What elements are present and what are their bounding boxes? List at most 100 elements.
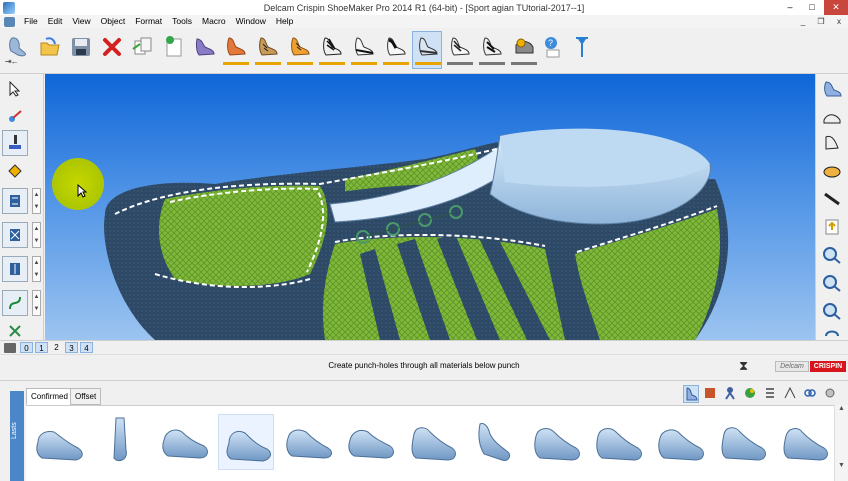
curve-spinner[interactable]: ▲ ▼ [32,290,41,316]
layer-tab-3[interactable]: 3 [65,342,78,353]
layer-tab-0[interactable]: 0 [20,342,33,353]
doc-restore-button[interactable]: ❐ [812,15,830,28]
menu-view[interactable]: View [67,15,95,28]
shoe-black-button[interactable] [476,31,506,69]
shoe-purple-button[interactable] [189,31,219,69]
paint-button[interactable] [743,385,759,403]
maximize-button[interactable]: □ [801,0,823,15]
mirror-spinner[interactable]: ▲ ▼ [32,222,41,248]
last-thumbnail[interactable] [776,414,832,470]
view-back-button[interactable] [820,132,844,154]
underline-indicator [287,62,313,65]
zoom-window-button[interactable] [820,300,844,322]
zoom-out-button[interactable] [820,272,844,294]
select-pointer-button[interactable] [2,76,28,102]
punch-tool-button[interactable] [2,130,28,156]
shoe-orange-lace-icon [291,37,310,56]
menu-help[interactable]: Help [271,15,298,28]
pointer-tool-button[interactable] [566,31,596,69]
tab-offset[interactable]: Offset [70,388,102,405]
shoe-white-button[interactable] [412,31,442,69]
shoe-lace-black-button[interactable] [316,31,346,69]
save-button[interactable] [65,31,95,69]
view-side-button[interactable] [820,106,844,128]
last-thumbnail[interactable] [94,414,150,470]
minimize-button[interactable]: – [779,0,801,15]
lasts-side-tab[interactable]: Lasts [10,391,24,481]
last-thumbnail[interactable] [218,414,274,470]
last-thumbnail[interactable] [280,414,336,470]
delete-button[interactable] [96,31,126,69]
shoe-white-black-button[interactable] [348,31,378,69]
layer-icon [4,342,16,353]
distribute-spinner[interactable]: ▲ ▼ [32,256,41,282]
list-button[interactable] [763,385,779,403]
open-button[interactable] [34,31,64,69]
align-icon [10,195,20,207]
rotate-button[interactable] [820,324,844,338]
shoe-tan-button[interactable] [252,31,282,69]
zoom-in-icon [823,247,841,264]
layer-tab-2[interactable]: 2 [50,342,63,353]
last-thumbnail[interactable] [156,414,212,470]
last-thumbnail[interactable] [652,414,708,470]
tab-confirmed[interactable]: Confirmed [26,388,73,405]
last-thumbnail[interactable] [342,414,398,470]
last-thumbnail[interactable] [590,414,646,470]
curve-tool-button[interactable] [2,290,28,316]
link-button[interactable] [803,385,819,403]
shoe-selected-button[interactable] [444,31,474,69]
copy-button[interactable] [127,31,157,69]
last-filter-button[interactable] [683,385,699,403]
doc-close-button[interactable]: x [830,15,848,28]
last-thumbnail[interactable] [32,414,88,470]
menu-file[interactable]: File [19,15,43,28]
menu-macro[interactable]: Macro [197,15,231,28]
layer-tab-1[interactable]: 1 [35,342,48,353]
shoe-orange-lace-button[interactable] [284,31,314,69]
document-icon[interactable] [4,16,15,27]
menu-window[interactable]: Window [231,15,271,28]
zoom-in-button[interactable] [820,244,844,266]
distribute-icon [10,263,20,275]
layer-tab-4[interactable]: 4 [80,342,93,353]
distribute-tool-button[interactable] [2,256,28,282]
left-toolbar: ▲ ▼ ▲ ▼ ▲ ▼ ▲ ▼ [0,74,44,340]
align-tool-button[interactable] [2,188,28,214]
measure-button[interactable] [783,385,799,403]
view-shoe-button[interactable] [820,78,844,100]
last-thumbnail[interactable] [714,414,770,470]
node-tool-button[interactable] [2,104,28,130]
last-thumbnail[interactable] [466,414,522,470]
grid-button[interactable] [703,385,719,403]
menu-object[interactable]: Object [96,15,131,28]
3d-viewport[interactable] [45,74,815,340]
gallery-scrollbar[interactable]: ▲ ▼ [834,405,848,481]
figure-button[interactable] [723,385,739,403]
align-spinner[interactable]: ▲ ▼ [32,188,41,214]
mirror-tool-button[interactable] [2,222,28,248]
scroll-down-arrow[interactable]: ▼ [835,462,848,469]
menu-format[interactable]: Format [130,15,167,28]
last-thumbnail[interactable] [528,414,584,470]
help-button[interactable]: ? [538,31,568,69]
menu-tools[interactable]: Tools [167,15,197,28]
close-button[interactable]: ✕ [824,0,848,15]
figure-icon [725,387,735,400]
view-top-button[interactable] [820,188,844,210]
view-sole-button[interactable] [820,160,844,182]
last-thumbnail[interactable] [404,414,460,470]
upload-button[interactable] [820,216,844,238]
shoe-orange-button[interactable] [220,31,250,69]
ruler-tool-button[interactable] [2,158,28,184]
shoe-spring-button[interactable] [508,31,538,69]
doc-minimize-button[interactable]: _ [794,15,812,28]
scroll-up-arrow[interactable]: ▲ [835,405,848,412]
menu-edit[interactable]: Edit [43,15,68,28]
last-tool-button[interactable]: ⇥← [2,31,32,69]
shoe-black-icon [483,37,502,56]
shoe-orange-icon [227,37,246,56]
new-button[interactable] [158,31,188,69]
settings-button[interactable] [823,385,839,403]
shoe-black-white-button[interactable] [380,31,410,69]
